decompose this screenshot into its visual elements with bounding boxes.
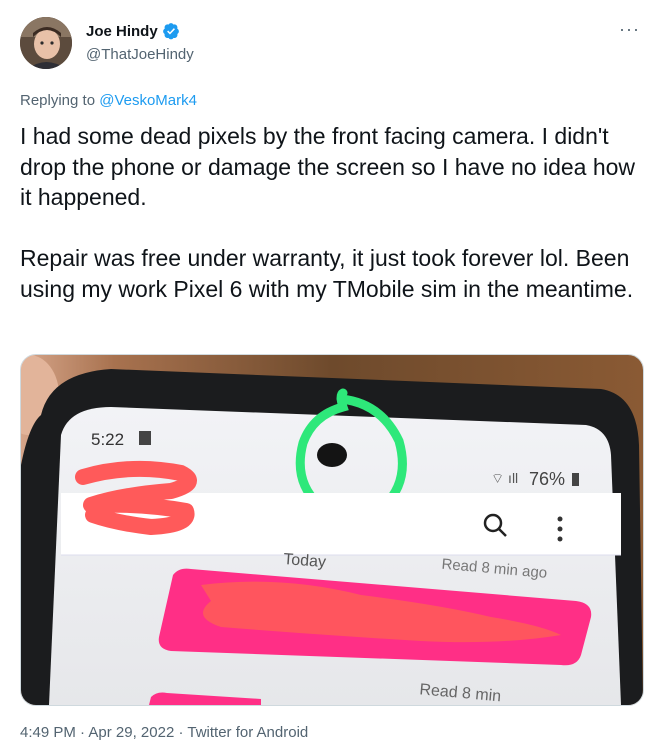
more-options-icon[interactable]: ··· [619, 20, 640, 38]
author-handle[interactable]: @ThatJoeHindy [86, 46, 194, 63]
tweet-meta: 4:49 PM · Apr 29, 2022 · Twitter for And… [20, 724, 308, 741]
battery-level: 76% [529, 469, 565, 489]
phone-photo: 5:22 ⌔ ıll 76% Today Read 8 min ago Read… [21, 355, 643, 705]
tweet-text: I had some dead pixels by the front faci… [20, 123, 636, 302]
reply-target-link[interactable]: @VeskoMark4 [99, 92, 197, 109]
date-divider: Today [283, 551, 327, 571]
status-notification-icon [139, 431, 151, 445]
tweet-date[interactable]: Apr 29, 2022 [88, 724, 174, 741]
avatar-image [20, 17, 72, 69]
author-name[interactable]: Joe Hindy [86, 23, 158, 40]
battery-icon [572, 473, 579, 486]
verified-badge-icon [162, 23, 179, 40]
avatar[interactable] [20, 17, 72, 69]
meta-separator: · [174, 724, 188, 741]
overflow-menu-icon [557, 516, 563, 522]
replying-to: Replying to @VeskoMark4 [20, 92, 197, 109]
front-camera [317, 443, 347, 467]
meta-separator: · [75, 724, 89, 741]
tweet-source[interactable]: Twitter for Android [187, 724, 308, 741]
status-time: 5:22 [91, 430, 124, 449]
replying-to-label: Replying to [20, 92, 100, 109]
signal-icon: ⌔ ıll [491, 470, 518, 486]
tweet-photo[interactable]: 5:22 ⌔ ıll 76% Today Read 8 min ago Read… [20, 354, 644, 706]
tweet-time[interactable]: 4:49 PM [20, 724, 76, 741]
